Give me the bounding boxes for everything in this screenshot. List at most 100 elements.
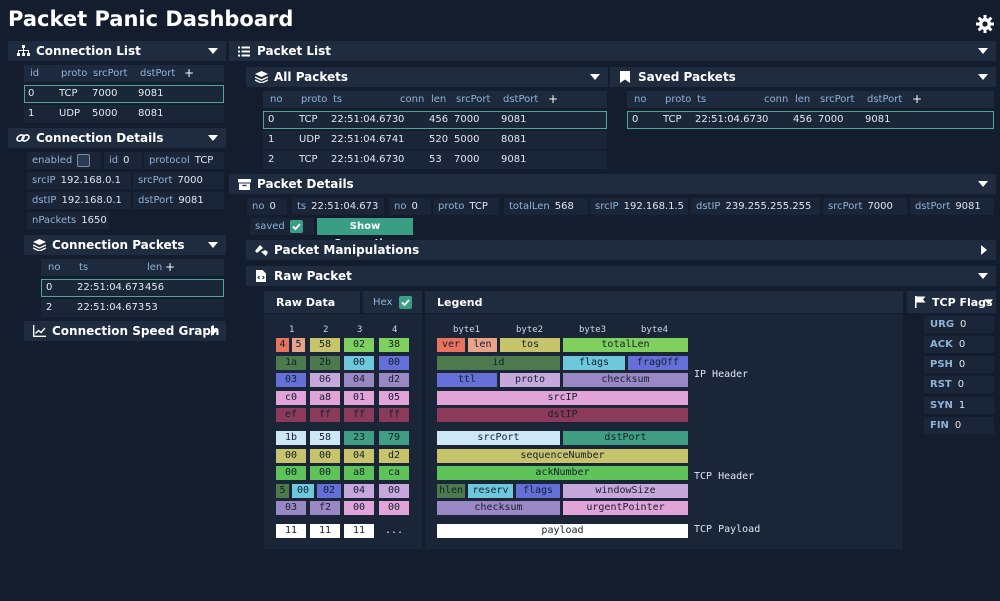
hex-byte[interactable]: 79 <box>379 431 409 445</box>
hex-byte[interactable]: ff <box>310 408 340 422</box>
tcp-flags-header[interactable]: TCP Flags <box>907 291 996 313</box>
add-column-icon[interactable]: + <box>184 65 194 82</box>
add-column-icon[interactable]: + <box>165 259 175 276</box>
hex-byte[interactable]: f2 <box>310 501 340 515</box>
connection-list-header[interactable]: Connection List <box>8 41 226 61</box>
hex-checkbox[interactable] <box>399 295 413 309</box>
hex-byte[interactable]: 5 <box>276 484 289 498</box>
hex-byte[interactable]: 04 <box>344 484 374 498</box>
hex-byte[interactable]: 00 <box>379 501 409 515</box>
flag-value[interactable]: 0 <box>958 379 964 390</box>
hex-byte[interactable]: 11 <box>276 524 306 538</box>
hex-byte[interactable]: 00 <box>292 484 314 498</box>
legend-tos[interactable]: tos <box>500 338 560 352</box>
hex-byte[interactable]: 06 <box>310 373 340 387</box>
hex-byte[interactable]: 23 <box>344 431 374 445</box>
legend-reserv[interactable]: reserv <box>468 484 513 498</box>
hex-byte[interactable]: 00 <box>379 484 409 498</box>
col-ts[interactable]: ts <box>333 91 342 108</box>
col-conn[interactable]: conn <box>400 91 424 108</box>
hex-byte[interactable]: 02 <box>344 338 374 352</box>
raw-packet-header[interactable]: Raw Packet <box>246 266 996 286</box>
hex-byte[interactable]: d2 <box>379 449 409 463</box>
hex-byte[interactable]: 5 <box>292 338 305 352</box>
legend-srcport[interactable]: srcPort <box>437 431 560 445</box>
col-srcport[interactable]: srcPort <box>456 91 490 108</box>
saved-checkbox[interactable] <box>289 220 303 233</box>
chevron-down-icon[interactable] <box>978 73 988 81</box>
hex-byte[interactable]: 04 <box>344 373 374 387</box>
flag-value[interactable]: 0 <box>960 319 966 330</box>
hex-byte[interactable]: 05 <box>379 391 409 405</box>
hex-byte[interactable]: 58 <box>310 338 340 352</box>
col-dstport[interactable]: dstPort <box>140 65 175 82</box>
hex-byte[interactable]: 01 <box>344 391 374 405</box>
flag-value[interactable]: 1 <box>959 400 965 411</box>
col-conn[interactable]: conn <box>764 91 788 108</box>
saved-packets-header[interactable]: Saved Packets <box>610 67 996 87</box>
show-connection-button[interactable]: Show Connection <box>317 218 413 249</box>
hex-byte[interactable]: 04 <box>344 449 374 463</box>
legend-ver[interactable]: ver <box>437 338 465 352</box>
hex-byte[interactable]: ff <box>379 408 409 422</box>
col-len[interactable]: len <box>147 259 162 276</box>
hex-byte[interactable]: 00 <box>344 356 374 370</box>
col-no[interactable]: no <box>270 91 282 108</box>
hex-byte[interactable]: 03 <box>276 373 306 387</box>
hex-byte[interactable]: 00 <box>276 449 306 463</box>
table-row[interactable]: 0 TCP 22:51:04.673 0 456 7000 9081 <box>627 111 994 129</box>
add-column-icon[interactable]: + <box>912 91 922 108</box>
col-no[interactable]: no <box>48 259 60 276</box>
col-no[interactable]: no <box>634 91 646 108</box>
legend-acknumber[interactable]: ackNumber <box>437 466 688 480</box>
hex-byte[interactable]: 38 <box>379 338 409 352</box>
hex-byte[interactable]: ff <box>344 408 374 422</box>
col-len[interactable]: len <box>795 91 810 108</box>
hex-byte[interactable]: a8 <box>344 466 374 480</box>
flag-value[interactable]: 0 <box>959 359 965 370</box>
packet-manipulations-header[interactable]: Packet Manipulations <box>246 240 996 260</box>
flag-value[interactable]: 0 <box>959 339 965 350</box>
col-proto[interactable]: proto <box>301 91 327 108</box>
connection-details-header[interactable]: Connection Details <box>8 128 226 148</box>
chevron-right-icon[interactable] <box>210 326 218 336</box>
hex-byte[interactable]: 03 <box>276 501 306 515</box>
chevron-down-icon[interactable] <box>978 180 988 188</box>
legend-srcip[interactable]: srcIP <box>437 391 688 405</box>
hex-byte[interactable]: a8 <box>310 391 340 405</box>
legend-urgentpointer[interactable]: urgentPointer <box>563 501 688 515</box>
legend-dstport[interactable]: dstPort <box>563 431 688 445</box>
hex-byte[interactable]: ca <box>379 466 409 480</box>
all-packets-header[interactable]: All Packets <box>246 67 608 87</box>
hex-byte[interactable]: d2 <box>379 373 409 387</box>
hex-byte[interactable]: 00 <box>276 466 306 480</box>
col-dstport[interactable]: dstPort <box>503 91 538 108</box>
col-proto[interactable]: proto <box>665 91 691 108</box>
legend-fragoff[interactable]: fragOff <box>628 356 688 370</box>
hex-byte[interactable]: 00 <box>310 449 340 463</box>
legend-flags[interactable]: flags <box>563 356 625 370</box>
hex-byte[interactable]: 02 <box>317 484 341 498</box>
col-len[interactable]: len <box>431 91 446 108</box>
legend-totallen[interactable]: totalLen <box>563 338 688 352</box>
hex-byte[interactable]: ef <box>276 408 306 422</box>
hex-byte[interactable]: c0 <box>276 391 306 405</box>
legend-ttl[interactable]: ttl <box>437 373 497 387</box>
hex-toggle[interactable]: Hex <box>363 291 422 313</box>
chevron-right-icon[interactable] <box>980 245 988 255</box>
col-ts[interactable]: ts <box>697 91 706 108</box>
col-proto[interactable]: proto <box>61 65 87 82</box>
hex-byte[interactable]: 11 <box>344 524 374 538</box>
hex-byte[interactable]: 1b <box>276 431 306 445</box>
packet-list-header[interactable]: Packet List <box>229 41 996 61</box>
add-column-icon[interactable]: + <box>548 91 558 108</box>
speed-graph-header[interactable]: Connection Speed Graph <box>24 321 226 341</box>
flag-value[interactable]: 0 <box>955 420 961 431</box>
chevron-down-icon[interactable] <box>208 134 218 142</box>
table-row[interactable]: 2 TCP 22:51:04.673 0 53 7000 9081 <box>263 151 607 169</box>
chevron-down-icon[interactable] <box>984 299 993 306</box>
table-row[interactable]: 1 UDP 5000 8081 <box>24 105 224 123</box>
hex-byte[interactable]: 00 <box>344 501 374 515</box>
col-srcport[interactable]: srcPort <box>93 65 127 82</box>
col-id[interactable]: id <box>30 65 39 82</box>
